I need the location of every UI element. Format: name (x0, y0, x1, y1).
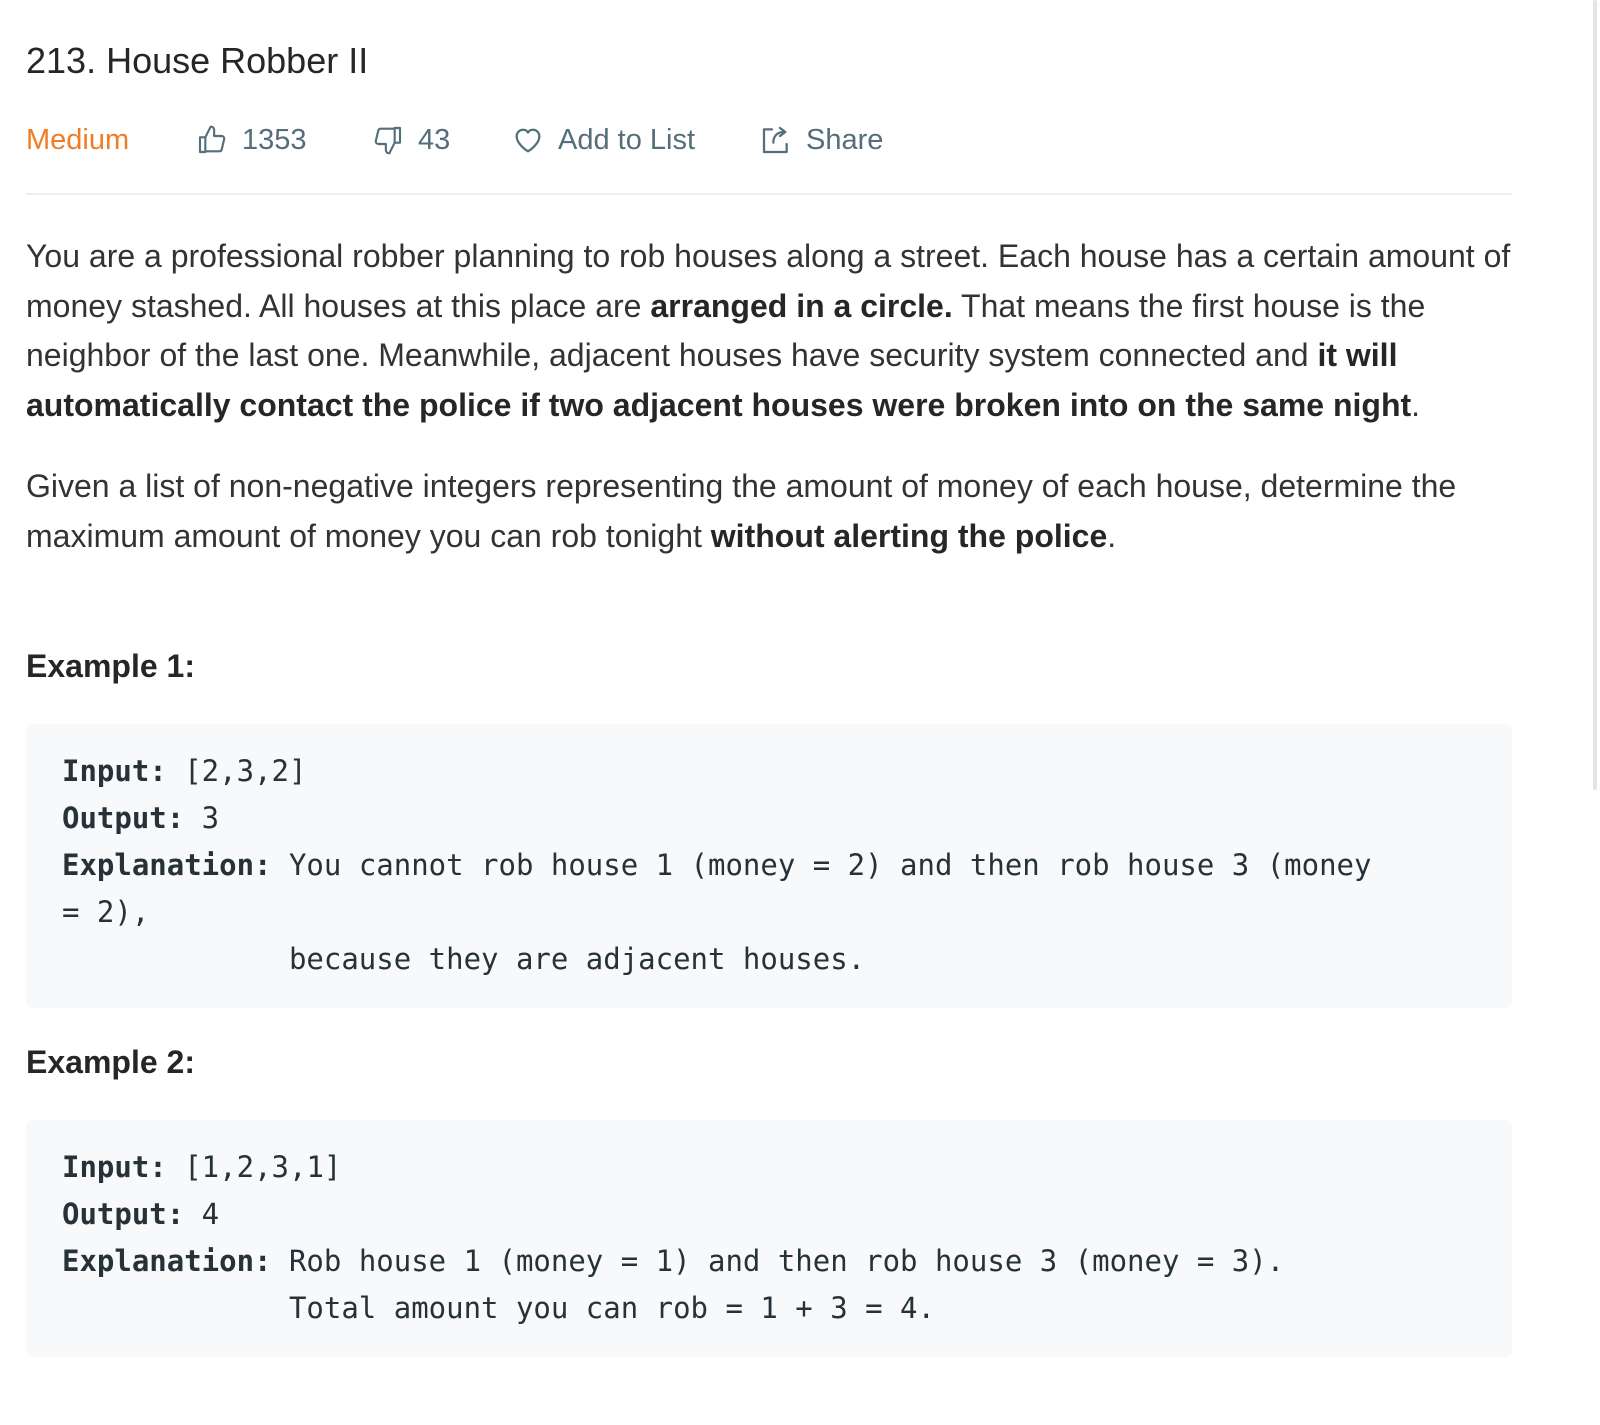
description-text: . (1411, 386, 1421, 423)
thumbs-up-icon (196, 124, 228, 156)
example-1-code-block: Input: [2,3,2] Output: 3 Explanation: Yo… (26, 724, 1512, 1008)
description-paragraph-1: You are a professional robber planning t… (26, 232, 1512, 430)
problem-title: 213. House Robber II (26, 40, 369, 81)
output-value: 3 (184, 801, 220, 835)
like-button[interactable]: 1353 (196, 118, 307, 162)
example-2-explanation-line: Explanation: Rob house 1 (money = 1) and… (62, 1238, 1476, 1285)
output-value: 4 (184, 1197, 220, 1231)
heart-icon (512, 124, 544, 156)
description-emphasis: arranged in a circle. (650, 287, 953, 324)
thumbs-down-icon (372, 124, 404, 156)
explanation-text: You cannot rob house 1 (money = 2) and t… (271, 848, 1372, 882)
example-2-output-line: Output: 4 (62, 1191, 1476, 1238)
example-1-explanation-continuation: because they are adjacent houses. (62, 942, 866, 976)
difficulty-badge: Medium (26, 123, 130, 156)
share-button[interactable]: Share (760, 118, 883, 162)
input-label: Input: (62, 754, 167, 788)
input-label: Input: (62, 1150, 167, 1184)
add-to-list-label: Add to List (558, 123, 696, 156)
dislike-count: 43 (418, 123, 451, 156)
description-emphasis: without alerting the police (710, 517, 1108, 554)
problem-description: You are a professional robber planning t… (26, 232, 1512, 562)
explanation-label: Explanation: (62, 1244, 272, 1278)
description-paragraph-2: Given a list of non-negative integers re… (26, 462, 1512, 561)
example-2-explanation-continuation: Total amount you can rob = 1 + 3 = 4. (62, 1291, 935, 1325)
example-2-title: Example 2: (26, 1044, 195, 1080)
scrollbar-thumb[interactable] (1593, 0, 1597, 790)
description-text: . (1107, 517, 1117, 554)
example-2-code-block: Input: [1,2,3,1] Output: 4 Explanation: … (26, 1120, 1512, 1357)
example-1-explanation-wrap: = 2), (62, 895, 150, 929)
header-divider (26, 193, 1512, 195)
input-value: [1,2,3,1] (166, 1150, 342, 1184)
share-label: Share (806, 123, 884, 156)
like-count: 1353 (242, 123, 307, 156)
example-2-input-line: Input: [1,2,3,1] (62, 1144, 1476, 1191)
output-label: Output: (62, 1197, 185, 1231)
example-1-output-line: Output: 3 (62, 795, 1476, 842)
add-to-list-button[interactable]: Add to List (512, 118, 695, 162)
input-value: [2,3,2] (166, 754, 307, 788)
explanation-text: Rob house 1 (money = 1) and then rob hou… (271, 1244, 1285, 1278)
problem-meta-bar: Medium 1353 43 Add to List Share (26, 118, 1512, 162)
share-icon (760, 124, 792, 156)
example-1-input-line: Input: [2,3,2] (62, 748, 1476, 795)
example-1-explanation-line: Explanation: You cannot rob house 1 (mon… (62, 842, 1476, 889)
explanation-label: Explanation: (62, 848, 272, 882)
output-label: Output: (62, 801, 185, 835)
vertical-scrollbar[interactable] (1590, 0, 1600, 790)
dislike-button[interactable]: 43 (372, 118, 450, 162)
example-1-title: Example 1: (26, 648, 195, 684)
